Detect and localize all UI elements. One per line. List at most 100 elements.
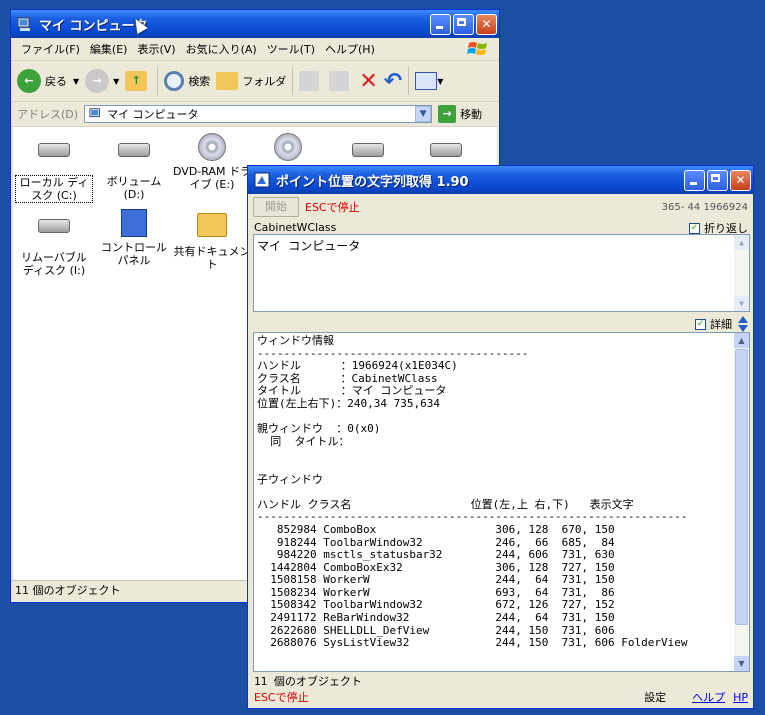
up-down-arrows-icon[interactable] (738, 316, 748, 332)
delete-button[interactable]: ✕ (359, 69, 377, 94)
chevron-down-icon[interactable]: ▼ (73, 77, 79, 86)
address-field[interactable]: マイ コンピュータ ▼ (84, 105, 433, 123)
move-to-button[interactable] (299, 71, 323, 91)
drive-d-item[interactable]: ボリューム (D:) (95, 135, 173, 201)
search-button[interactable]: 検索 (164, 71, 210, 91)
info-scrollbar[interactable]: ▲ ▼ (734, 333, 749, 671)
up-button[interactable]: ↑ (125, 71, 151, 91)
toolbar-separator (408, 67, 410, 95)
copy-to-button[interactable] (329, 71, 353, 91)
folder-icon (197, 213, 227, 237)
menu-file[interactable]: ファイル(F) (21, 41, 80, 57)
folders-button[interactable]: フォルダ (216, 72, 286, 90)
go-arrow-icon: → (438, 105, 457, 123)
chevron-down-icon[interactable]: ▼ (437, 77, 443, 86)
help-link[interactable]: ヘルプ (692, 689, 725, 705)
cursor-coordinates: 365- 44 1966924 (661, 202, 748, 213)
minimize-button[interactable] (430, 13, 451, 35)
menu-favorites[interactable]: お気に入り(A) (186, 41, 257, 57)
search-icon (164, 71, 185, 91)
my-computer-icon (89, 108, 100, 118)
menu-view[interactable]: 表示(V) (137, 41, 175, 57)
start-button[interactable]: 開始 (253, 197, 299, 217)
address-label: アドレス(D) (17, 108, 79, 121)
esc-stop-bottom: ESCで停止 (254, 691, 309, 704)
window-info-panel[interactable]: ウィンドウ情報 --------------------------------… (253, 332, 750, 672)
menu-tools[interactable]: ツール(T) (267, 41, 315, 57)
esc-stop-label: ESCで停止 (305, 201, 360, 214)
dvd-icon (274, 133, 302, 161)
undo-button[interactable]: ↶ (384, 69, 402, 94)
drive-e-item[interactable]: DVD-RAM ドライブ (E:) (173, 133, 251, 191)
captured-text-box[interactable]: マイ コンピュータ ▲ ▼ (253, 234, 750, 312)
undo-icon: ↶ (383, 68, 403, 94)
menu-edit[interactable]: 編集(E) (90, 41, 128, 57)
removable-disk-item[interactable]: リムーバブル ディスク (I:) (15, 211, 93, 277)
chevron-down-icon[interactable]: ▼ (415, 106, 432, 122)
hp-link[interactable]: HP (733, 691, 748, 704)
captured-text: マイ コンピュータ (257, 239, 361, 253)
move-to-icon (299, 71, 320, 91)
tool-titlebar[interactable]: ポイント位置の文字列取得 1.90 (248, 166, 753, 194)
close-button[interactable] (476, 13, 497, 35)
views-button[interactable]: ▼ (415, 72, 443, 90)
class-name-label: CabinetWClass (254, 221, 337, 234)
go-label: 移動 (460, 108, 483, 121)
dvd-drive-item[interactable] (249, 133, 327, 165)
dvd-ram-drive-icon (198, 133, 226, 161)
windows-logo-icon (467, 42, 487, 55)
address-value: マイ コンピュータ (107, 108, 199, 121)
drive-d-label: ボリューム (D:) (106, 175, 162, 201)
detail-checkbox[interactable]: ✓ 詳細 (695, 316, 748, 332)
back-button[interactable]: ← 戻る ▼ (17, 69, 79, 93)
checkmark-icon: ✓ (695, 318, 706, 330)
scroll-down-icon[interactable]: ▼ (734, 296, 749, 311)
checkmark-icon: ✓ (689, 222, 700, 234)
minimize-button[interactable] (684, 169, 705, 191)
up-folder-icon: ↑ (125, 71, 148, 91)
app-icon (254, 172, 270, 188)
settings-link[interactable]: 設定 (644, 689, 666, 705)
close-button[interactable] (730, 169, 751, 191)
detail-label: 詳細 (710, 318, 732, 331)
forward-button[interactable]: → ▼ (85, 69, 119, 93)
shared-documents-item[interactable]: 共有ドキュメント (173, 209, 251, 271)
explorer-title: マイ コンピュータ (39, 18, 148, 34)
toolbar-separator (157, 67, 159, 95)
delete-icon: ✕ (359, 68, 378, 94)
object-status-line: 11 個のオブジェクト (254, 675, 362, 688)
shared-documents-label: 共有ドキュメント (173, 245, 251, 271)
drive-c-label: ローカル ディスク (C:) (15, 175, 93, 203)
hard-drive-icon (38, 143, 70, 157)
removable-disk-icon (38, 219, 70, 233)
maximize-button[interactable] (453, 13, 474, 35)
back-label: 戻る (45, 75, 67, 88)
control-panel-label: コントロール パネル (101, 241, 167, 267)
drive-c-item[interactable]: ローカル ディスク (C:) (15, 135, 93, 203)
string-capture-window: ポイント位置の文字列取得 1.90 開始 ESCで停止 365- 44 1966… (247, 165, 754, 709)
control-row: 開始 ESCで停止 (253, 197, 360, 217)
go-button[interactable]: → 移動 (438, 105, 482, 123)
control-panel-item[interactable]: コントロール パネル (95, 209, 173, 267)
object-count: 11 個のオブジェクト (15, 584, 121, 597)
hard-drive-icon (118, 143, 150, 157)
back-arrow-icon: ← (17, 69, 41, 93)
scroll-down-icon[interactable]: ▼ (734, 656, 749, 671)
drive-e-label: DVD-RAM ドライブ (E:) (173, 165, 251, 191)
scroll-up-icon[interactable]: ▲ (734, 333, 749, 348)
text-scrollbar[interactable]: ▲ ▼ (734, 235, 749, 311)
bottom-bar: ESCで停止 設定 ヘルプ HP (254, 689, 748, 705)
views-icon (415, 72, 438, 90)
explorer-titlebar[interactable]: マイ コンピュータ (11, 10, 499, 38)
scroll-thumb[interactable] (735, 349, 748, 625)
address-bar: アドレス(D) マイ コンピュータ ▼ → 移動 (11, 102, 499, 127)
scroll-up-icon[interactable]: ▲ (734, 235, 749, 250)
menu-help[interactable]: ヘルプ(H) (325, 41, 375, 57)
maximize-button[interactable] (707, 169, 728, 191)
hard-drive-icon (430, 143, 462, 157)
chevron-down-icon[interactable]: ▼ (113, 77, 119, 86)
folder-icon (216, 72, 239, 90)
forward-arrow-icon: → (85, 69, 110, 93)
folders-label: フォルダ (242, 75, 287, 88)
standard-toolbar: ← 戻る ▼ → ▼ ↑ 検索 フォルダ ✕ ↶ ▼ (11, 61, 499, 102)
